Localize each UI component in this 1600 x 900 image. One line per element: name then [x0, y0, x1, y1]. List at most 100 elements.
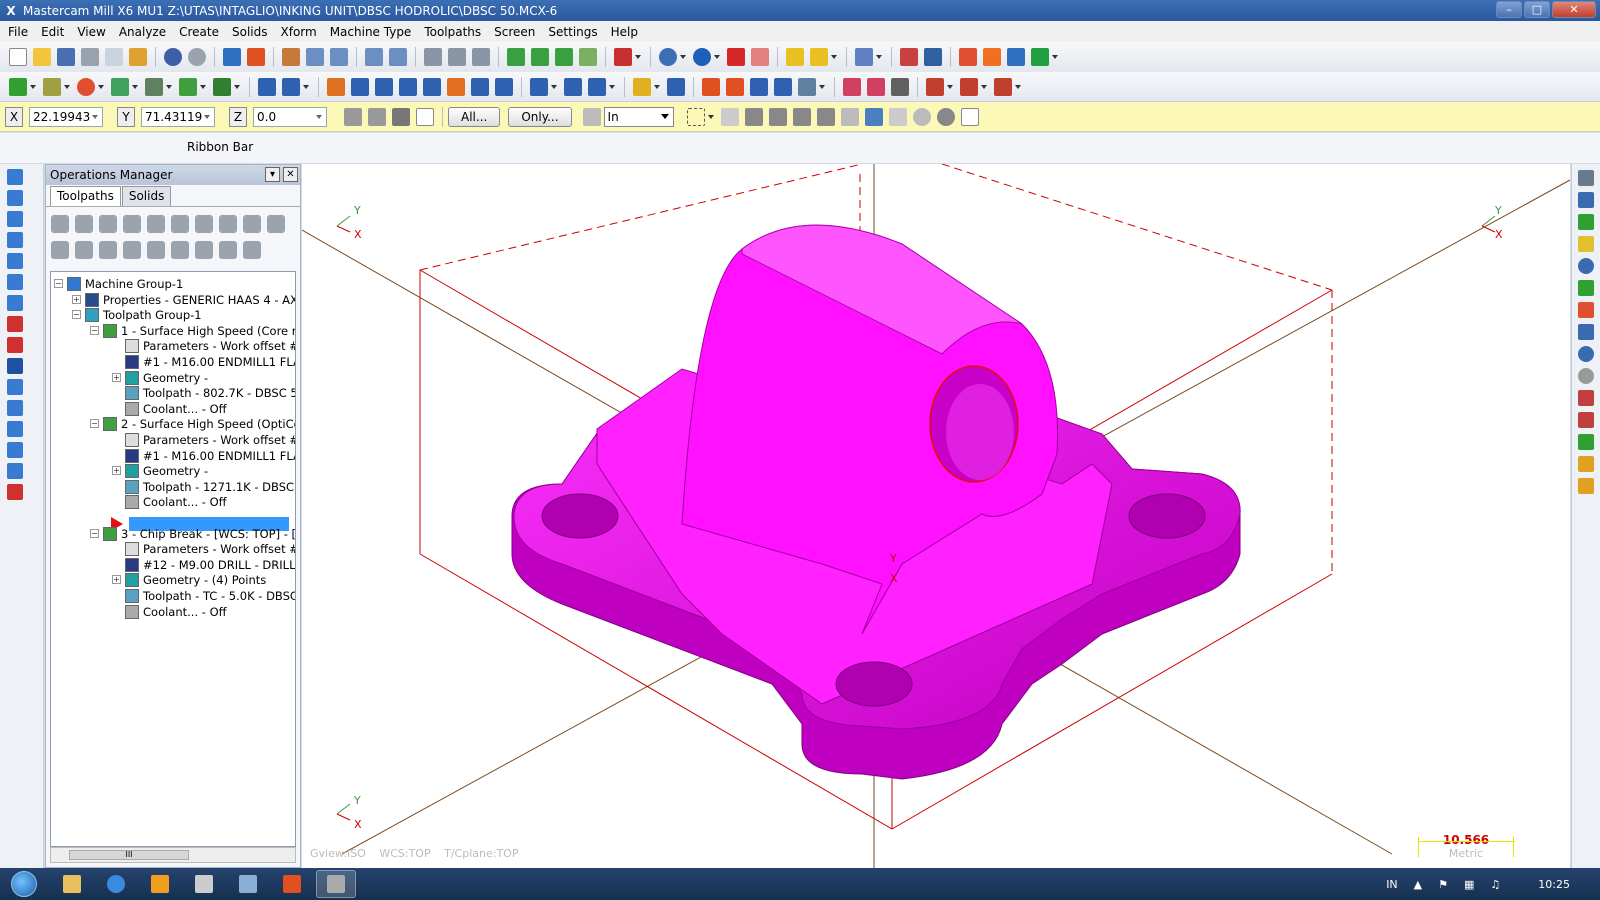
level-manager-icon[interactable]	[924, 48, 942, 66]
vtool-icon[interactable]	[7, 421, 23, 437]
vtool-icon[interactable]	[1578, 302, 1594, 318]
menu-machine-type[interactable]: Machine Type	[325, 25, 420, 39]
tree-item[interactable]: #1 - M16.00 ENDMILL1 FLAT -	[125, 354, 295, 370]
shaded-icon[interactable]	[693, 48, 711, 66]
tree-item[interactable]: 3 - Chip Break - [WCS: TOP] - [Tpl	[103, 526, 295, 542]
mounting-hole[interactable]	[541, 493, 619, 539]
taskbar-app[interactable]	[272, 870, 312, 898]
tree-item[interactable]: 1 - Surface High Speed (Core roug	[103, 323, 295, 339]
create-rectangle-icon[interactable]	[111, 77, 129, 96]
vtool-icon[interactable]	[7, 484, 23, 500]
volume-icon[interactable]: ♫	[1490, 878, 1500, 891]
create-point-icon[interactable]	[9, 77, 27, 96]
redo-icon[interactable]	[188, 48, 206, 66]
drill-icon[interactable]	[530, 77, 548, 96]
post-icon[interactable]	[1031, 48, 1049, 66]
tree-expander[interactable]: −	[90, 325, 99, 335]
taskbar-ie[interactable]	[96, 870, 136, 898]
clear-select-icon[interactable]	[912, 107, 931, 126]
note-icon[interactable]	[667, 77, 685, 96]
vtool-icon[interactable]	[7, 400, 23, 416]
simulate-icon[interactable]	[960, 77, 978, 96]
lock-icon[interactable]	[368, 107, 386, 126]
solid-extrude-icon[interactable]	[798, 77, 816, 96]
vtool-icon[interactable]	[1578, 346, 1594, 362]
xform-scale-icon[interactable]	[399, 77, 417, 96]
chevron-down-icon[interactable]	[819, 84, 825, 89]
menu-file[interactable]: File	[3, 25, 36, 39]
move-after-icon[interactable]	[171, 241, 189, 259]
chevron-down-icon[interactable]	[654, 84, 660, 89]
fast-point-icon[interactable]	[344, 107, 362, 126]
trim-icon[interactable]	[258, 77, 276, 96]
stock-icon[interactable]	[926, 77, 944, 96]
menu-xform[interactable]: Xform	[276, 25, 325, 39]
vtool-icon[interactable]	[7, 295, 23, 311]
vtool-icon[interactable]	[1578, 368, 1594, 384]
undo-icon[interactable]	[164, 48, 182, 66]
chevron-down-icon[interactable]	[981, 84, 987, 89]
zoom-fit-icon[interactable]	[282, 48, 300, 66]
help-pointer-icon[interactable]	[900, 48, 918, 66]
sum-icon[interactable]	[1007, 48, 1025, 66]
chevron-down-icon[interactable]	[1052, 55, 1058, 59]
selection-pointer-icon[interactable]	[582, 107, 601, 126]
chevron-down-icon[interactable]	[635, 55, 641, 59]
tree-item[interactable]: Parameters - Work offset #3	[125, 338, 295, 354]
tree-item[interactable]: #1 - M16.00 ENDMILL1 FLAT -	[125, 448, 295, 464]
chevron-down-icon[interactable]	[132, 84, 138, 89]
vtool-icon[interactable]	[7, 337, 23, 353]
chevron-down-icon[interactable]	[30, 84, 36, 89]
vtool-icon[interactable]	[1578, 434, 1594, 450]
wireframe-icon[interactable]	[659, 48, 677, 66]
render-icon[interactable]	[727, 48, 745, 66]
tree-item[interactable]: Geometry -	[125, 463, 208, 479]
tree-expander[interactable]: −	[72, 310, 81, 320]
tree-item[interactable]: Properties - GENERIC HAAS 4 - AXIS V	[85, 292, 295, 308]
scroll-insert-icon[interactable]	[195, 241, 213, 259]
vtool-icon[interactable]	[7, 190, 23, 206]
open-file-icon[interactable]	[33, 48, 51, 66]
x-coordinate-field[interactable]: 22.19943	[29, 106, 103, 127]
z-coordinate-field[interactable]: 0.0	[253, 106, 327, 127]
select-dirty-ops-icon[interactable]	[75, 215, 93, 233]
verify-ops-icon[interactable]	[171, 215, 189, 233]
ops-dropdown-button[interactable]: ▾	[265, 167, 280, 182]
tree-expander[interactable]: −	[90, 419, 99, 429]
back-face-icon[interactable]	[840, 107, 859, 126]
select-tool-icon[interactable]	[448, 48, 466, 66]
chevron-down-icon[interactable]	[316, 114, 322, 119]
menu-view[interactable]: View	[72, 25, 113, 39]
tree-expander[interactable]: +	[112, 466, 121, 476]
front-view-icon[interactable]	[531, 48, 549, 66]
help-icon[interactable]	[416, 107, 434, 126]
vtool-icon[interactable]	[1578, 192, 1594, 208]
ops-help-icon[interactable]	[267, 215, 285, 233]
solid-boolean-icon[interactable]	[843, 77, 861, 96]
tree-item[interactable]: Coolant... - Off	[125, 494, 227, 510]
tree-item[interactable]: Coolant... - Off	[125, 604, 227, 620]
graphics-viewport[interactable]: Y X Y X Y X Y X Gview:ISO WCS:TOP T/Cpla…	[302, 164, 1570, 868]
format-painter-icon[interactable]	[129, 48, 147, 66]
measure-icon[interactable]	[786, 48, 804, 66]
chevron-down-icon[interactable]	[660, 114, 669, 119]
zoom-window-icon[interactable]	[306, 48, 324, 66]
select-all-button[interactable]: All...	[448, 106, 501, 127]
contour-icon[interactable]	[588, 77, 606, 96]
vtool-icon[interactable]	[1578, 324, 1594, 340]
chevron-down-icon[interactable]	[166, 84, 172, 89]
iso-view-icon[interactable]	[579, 48, 597, 66]
vtool-icon[interactable]	[7, 463, 23, 479]
flag-icon[interactable]: ⚑	[1438, 878, 1448, 891]
tree-item[interactable]: Parameters - Work offset #3	[125, 541, 295, 557]
vtool-icon[interactable]	[7, 169, 23, 185]
vtool-icon[interactable]	[1578, 478, 1594, 494]
chevron-down-icon[interactable]	[680, 55, 686, 59]
chevron-down-icon[interactable]	[831, 55, 837, 59]
xform-roll-icon[interactable]	[495, 77, 513, 96]
display-selected-icon[interactable]	[243, 241, 261, 259]
regenerate-all-icon[interactable]	[99, 215, 117, 233]
zoom-out-icon[interactable]	[389, 48, 407, 66]
tab-toolpaths[interactable]: Toolpaths	[50, 186, 121, 206]
surface-icon[interactable]	[750, 77, 768, 96]
